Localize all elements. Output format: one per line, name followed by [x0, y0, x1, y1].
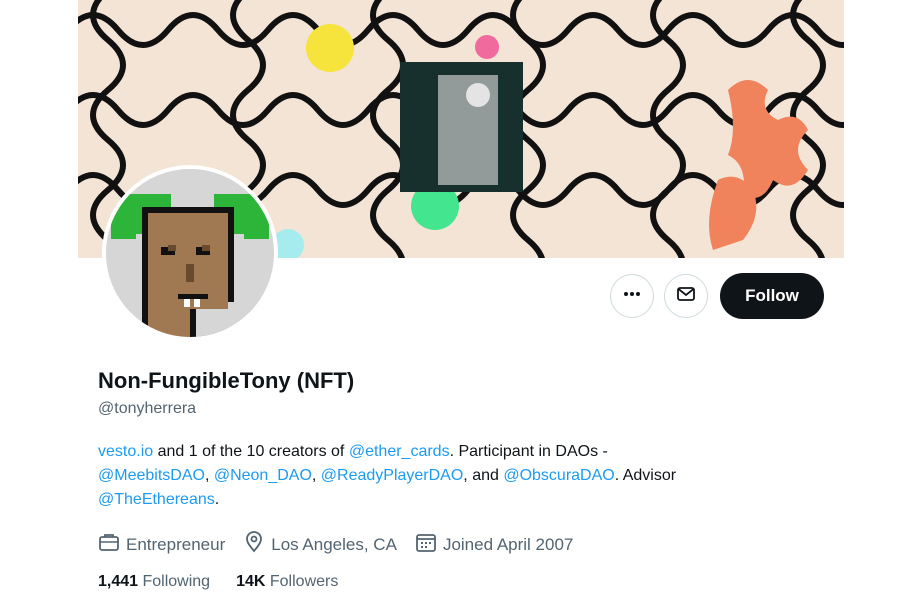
bio-text: . Advisor [614, 467, 677, 484]
location-pin-icon [243, 531, 271, 558]
meta-joined: Joined April 2007 [415, 531, 573, 558]
profile-avatar[interactable] [102, 165, 278, 341]
briefcase-icon [98, 531, 126, 558]
mail-icon [676, 284, 696, 309]
profile-actions: Follow [610, 272, 824, 320]
profile-meta: Entrepreneur Los Angeles, CA Joined Apri… [98, 531, 591, 558]
mention-readyplayerdao[interactable]: @ReadyPlayerDAO [321, 467, 464, 484]
more-button[interactable] [610, 274, 654, 318]
mention-obscuradao[interactable]: @ObscuraDAO [503, 467, 614, 484]
bio-text: , [311, 467, 321, 484]
following-link[interactable]: 1,441 Following [98, 573, 210, 591]
calendar-icon [415, 531, 443, 558]
followers-link[interactable]: 14K Followers [236, 573, 338, 591]
bio-text: , and [463, 467, 504, 484]
location-text: Los Angeles, CA [271, 534, 397, 554]
profile-name: Non-FungibleTony (NFT) [98, 368, 355, 393]
following-count: 1,441 [98, 573, 139, 590]
mention-neon-dao[interactable]: @Neon_DAO [214, 467, 312, 484]
bio-text: , [204, 467, 214, 484]
profile-handle: @tonyherrera [98, 400, 197, 417]
bio-text: . [214, 491, 220, 508]
avatar-image [106, 169, 274, 337]
profile-bio: vesto.io and 1 of the 10 creators of @et… [98, 440, 778, 512]
bio-link-vesto[interactable]: vesto.io [98, 443, 153, 460]
profession-text: Entrepreneur [126, 534, 226, 554]
mention-meebitsdao[interactable]: @MeebitsDAO [98, 467, 205, 484]
follow-button[interactable]: Follow [720, 273, 824, 319]
message-button[interactable] [664, 274, 708, 318]
mention-ether-cards[interactable]: @ether_cards [349, 443, 450, 460]
profile-stats: 1,441 Following 14K Followers [98, 573, 364, 591]
more-icon [622, 284, 642, 309]
followers-count: 14K [236, 573, 266, 590]
bio-text: and 1 of the 10 creators of [153, 443, 349, 460]
mention-theethereans[interactable]: @TheEthereans [98, 491, 215, 508]
joined-text: Joined April 2007 [442, 534, 574, 554]
followers-label: Followers [265, 573, 339, 590]
meta-location: Los Angeles, CA [243, 531, 397, 558]
meta-profession: Entrepreneur [98, 531, 225, 558]
following-label: Following [138, 573, 211, 590]
bio-text: . Participant in DAOs - [449, 443, 608, 460]
